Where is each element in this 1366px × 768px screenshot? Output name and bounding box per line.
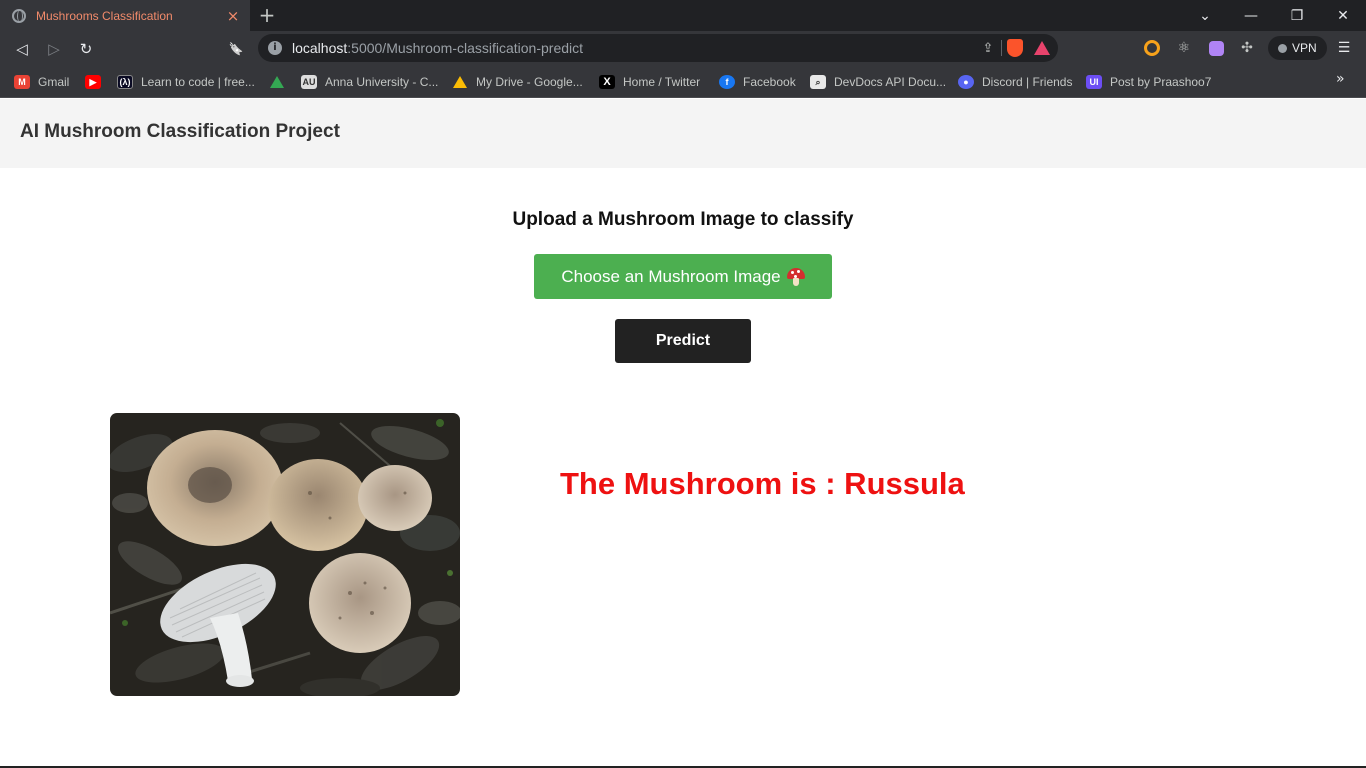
google-drive-icon xyxy=(269,75,285,89)
bookmark-twitter[interactable]: X Home / Twitter xyxy=(599,72,700,92)
bookmark-label: My Drive - Google... xyxy=(476,75,583,89)
url-text[interactable]: localhost:5000/Mushroom-classification-p… xyxy=(292,40,975,56)
new-tab-button[interactable]: + xyxy=(256,3,278,27)
ui-icon: UI xyxy=(1086,75,1102,89)
choose-image-button[interactable]: Choose an Mushroom Image xyxy=(534,254,832,299)
url-host: localhost xyxy=(292,40,348,56)
site-info-icon[interactable]: i xyxy=(268,41,282,55)
google-drive-icon xyxy=(452,75,468,89)
bookmark-label: Learn to code | free... xyxy=(141,75,255,89)
page-title: AI Mushroom Classification Project xyxy=(20,121,340,142)
share-icon[interactable]: ⇪ xyxy=(975,38,1001,58)
brave-rewards-icon[interactable] xyxy=(1034,41,1050,55)
x-twitter-icon: X xyxy=(599,75,615,89)
bookmarks-overflow-icon[interactable]: » xyxy=(1336,71,1345,87)
bookmark-label: Anna University - C... xyxy=(325,75,439,89)
uploaded-mushroom-image xyxy=(110,413,460,696)
youtube-icon: ▶ xyxy=(85,75,101,89)
devdocs-icon: ⌕ xyxy=(810,75,826,89)
bookmark-post-praashoo7[interactable]: UI Post by Praashoo7 xyxy=(1086,72,1211,92)
omnibox-divider xyxy=(1001,40,1002,56)
grammarly-extension-icon[interactable] xyxy=(1142,38,1162,58)
tab-search-chevron-icon[interactable]: ⌄ xyxy=(1182,0,1228,31)
bookmark-label: Discord | Friends xyxy=(982,75,1073,89)
bookmark-anna-university[interactable]: AU Anna University - C... xyxy=(301,72,438,92)
url-path: :5000/Mushroom-classification-predict xyxy=(347,40,584,56)
bookmark-icon[interactable]: 🔖 xyxy=(224,37,248,61)
forward-button[interactable]: ▷ xyxy=(42,37,66,61)
bookmarks-bar: M Gmail ▶ (λ) Learn to code | free... AU… xyxy=(0,66,1366,98)
vpn-button[interactable]: VPN xyxy=(1268,36,1327,60)
bookmark-discord[interactable]: ● Discord | Friends xyxy=(958,72,1072,92)
mushroom-icon xyxy=(786,267,805,286)
bookmark-drive[interactable] xyxy=(269,72,293,92)
vpn-label: VPN xyxy=(1292,41,1317,55)
globe-icon xyxy=(12,8,26,23)
bookmark-label: Post by Praashoo7 xyxy=(1110,75,1212,89)
close-window-button[interactable]: ✕ xyxy=(1320,0,1366,31)
bookmark-label: Gmail xyxy=(38,75,70,89)
react-devtools-icon[interactable]: ⚛ xyxy=(1174,38,1194,58)
bookmark-youtube[interactable]: ▶ xyxy=(85,72,109,92)
bookmark-label: Facebook xyxy=(743,75,796,89)
bookmark-devdocs[interactable]: ⌕ DevDocs API Docu... xyxy=(810,72,946,92)
facebook-icon: f xyxy=(719,75,735,89)
bookmark-my-drive[interactable]: My Drive - Google... xyxy=(452,72,583,92)
gradient-extension-icon[interactable] xyxy=(1206,38,1226,58)
discord-icon: ● xyxy=(958,75,974,89)
choose-image-label: Choose an Mushroom Image xyxy=(561,266,781,286)
menu-icon[interactable]: ☰ xyxy=(1334,38,1354,58)
tab-strip: Mushrooms Classification × + ⌄ — ❐ ✕ xyxy=(0,0,1366,31)
freecodecamp-icon: (λ) xyxy=(117,75,133,89)
tab-title: Mushrooms Classification xyxy=(36,8,173,23)
gmail-icon: M xyxy=(14,75,30,89)
browser-toolbar: ◁ ▷ ↻ 🔖 i localhost:5000/Mushroom-classi… xyxy=(0,31,1366,66)
brave-shields-icon[interactable] xyxy=(1007,39,1023,57)
back-button[interactable]: ◁ xyxy=(10,37,34,61)
bookmark-freecodecamp[interactable]: (λ) Learn to code | free... xyxy=(117,72,255,92)
bookmark-label: DevDocs API Docu... xyxy=(834,75,947,89)
bookmark-label: Home / Twitter xyxy=(623,75,701,89)
bookmark-facebook[interactable]: f Facebook xyxy=(719,72,796,92)
extensions-puzzle-icon[interactable]: ✣ xyxy=(1237,38,1257,58)
page-header: AI Mushroom Classification Project xyxy=(0,99,1366,168)
minimize-button[interactable]: — xyxy=(1228,0,1274,31)
tab-close-icon[interactable]: × xyxy=(222,7,244,25)
tab-mushrooms-classification[interactable]: Mushrooms Classification × xyxy=(0,0,250,31)
upload-heading: Upload a Mushroom Image to classify xyxy=(512,209,854,230)
reload-button[interactable]: ↻ xyxy=(74,37,98,61)
bookmark-gmail[interactable]: M Gmail xyxy=(14,72,69,92)
restore-button[interactable]: ❐ xyxy=(1274,0,1320,31)
prediction-result: The Mushroom is : Russula xyxy=(560,466,965,501)
address-bar[interactable]: i localhost:5000/Mushroom-classification… xyxy=(258,34,1058,62)
vpn-status-icon xyxy=(1278,43,1287,53)
predict-button[interactable]: Predict xyxy=(615,319,751,363)
anna-university-icon: AU xyxy=(301,75,317,89)
